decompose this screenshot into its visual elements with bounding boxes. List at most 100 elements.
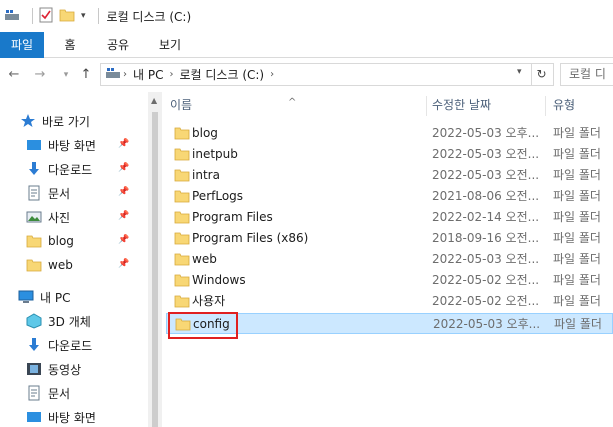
pin-icon[interactable]: 📌 <box>118 211 129 221</box>
file-date: 2022-05-03 오전... <box>432 147 540 161</box>
file-name: blog <box>192 126 218 140</box>
video-icon <box>26 361 42 377</box>
navigation-bar: ← → ▾ ↑ › 내 PC › 로컬 디스크 (C:) › ▾ ↻ 로컬 디 <box>0 58 613 92</box>
table-row[interactable]: Program Files (x86) 2018-09-16 오전... 파일 … <box>166 228 613 249</box>
nav-item-pc-documents[interactable]: 문서 <box>26 382 70 404</box>
up-arrow-icon[interactable]: ↑ <box>78 66 94 84</box>
nav-item-label: 동영상 <box>48 362 82 377</box>
nav-item-label: 다운로드 <box>48 338 93 353</box>
file-list: 이름 ^ 수정한 날짜 유형 blog 2022-05-03 오후... 파일 … <box>162 92 613 427</box>
star-icon <box>20 113 36 129</box>
address-dropdown-icon[interactable]: ▾ <box>517 67 529 77</box>
new-folder-icon[interactable] <box>59 8 75 25</box>
nav-item-label: 사진 <box>48 210 71 225</box>
pin-icon[interactable]: 📌 <box>118 187 129 197</box>
window-title: 로컬 디스크 (C:) <box>106 9 192 24</box>
file-name: PerfLogs <box>192 189 244 203</box>
tab-file[interactable]: 파일 <box>0 32 44 58</box>
nav-item-label: 문서 <box>48 386 71 401</box>
table-row[interactable]: Windows 2022-05-02 오전... 파일 폴더 <box>166 270 613 291</box>
pin-icon[interactable]: 📌 <box>118 139 129 149</box>
folder-icon <box>174 127 190 140</box>
tab-share[interactable]: 공유 <box>98 32 138 58</box>
table-row[interactable]: 사용자 2022-05-02 오전... 파일 폴더 <box>166 291 613 312</box>
file-name: inetpub <box>192 147 238 161</box>
sort-ascending-icon: ^ <box>288 97 297 108</box>
nav-item-web[interactable]: web <box>26 254 73 276</box>
file-type: 파일 폴더 <box>553 126 601 140</box>
file-date: 2022-05-03 오전... <box>432 168 540 182</box>
titlebar-separator <box>97 8 99 24</box>
folder-icon <box>174 232 190 245</box>
file-date: 2021-08-06 오전... <box>432 189 540 203</box>
titlebar-separator <box>32 8 33 24</box>
nav-scrollbar-thumb[interactable] <box>152 112 158 427</box>
nav-item-3d-objects[interactable]: 3D 개체 <box>26 310 91 332</box>
folder-icon <box>26 233 42 249</box>
folder-icon <box>174 295 190 308</box>
nav-item-pc-downloads[interactable]: 다운로드 <box>26 334 92 356</box>
folder-icon <box>174 169 190 182</box>
nav-item-pictures[interactable]: 사진 <box>26 206 70 228</box>
table-row[interactable]: blog 2022-05-03 오후... 파일 폴더 <box>166 123 613 144</box>
nav-item-pc-desktop[interactable]: 바탕 화면 <box>26 406 96 427</box>
nav-item-desktop[interactable]: 바탕 화면 <box>26 134 96 156</box>
table-row[interactable]: PerfLogs 2021-08-06 오전... 파일 폴더 <box>166 186 613 207</box>
nav-item-label: 바탕 화면 <box>48 410 96 425</box>
back-arrow-icon[interactable]: ← <box>6 66 22 84</box>
chevron-right-icon[interactable]: › <box>270 69 274 80</box>
table-row[interactable]: intra 2022-05-03 오전... 파일 폴더 <box>166 165 613 186</box>
file-type: 파일 폴더 <box>553 273 601 287</box>
nav-item-label: web <box>48 258 73 272</box>
chevron-right-icon[interactable]: › <box>169 69 173 80</box>
scroll-up-icon[interactable]: ▲ <box>151 96 157 105</box>
column-header-type[interactable]: 유형 <box>545 92 613 118</box>
pin-icon[interactable]: 📌 <box>118 235 129 245</box>
table-row[interactable]: inetpub 2022-05-03 오전... 파일 폴더 <box>166 144 613 165</box>
nav-item-blog[interactable]: blog <box>26 230 74 252</box>
folder-icon <box>174 211 190 224</box>
address-bar[interactable]: › 내 PC › 로컬 디스크 (C:) › ▾ ↻ <box>100 63 554 86</box>
file-type: 파일 폴더 <box>553 252 601 266</box>
file-type: 파일 폴더 <box>554 317 602 331</box>
recent-locations-icon[interactable]: ▾ <box>58 66 74 84</box>
drive-icon[interactable] <box>4 8 20 25</box>
cube-icon <box>26 313 42 329</box>
folder-icon <box>174 253 190 266</box>
table-row[interactable]: web 2022-05-03 오전... 파일 폴더 <box>166 249 613 270</box>
download-icon <box>26 337 42 353</box>
quick-access-dropdown-icon[interactable]: ▾ <box>81 11 86 21</box>
refresh-icon[interactable]: ↻ <box>531 64 551 85</box>
column-name-label: 이름 <box>170 98 193 112</box>
properties-icon[interactable] <box>39 7 53 26</box>
quick-access[interactable]: 바로 가기 <box>20 110 90 132</box>
nav-item-label: blog <box>48 234 74 248</box>
pc-icon <box>105 66 121 83</box>
picture-icon <box>26 209 42 225</box>
table-row[interactable]: Program Files 2022-02-14 오전... 파일 폴더 <box>166 207 613 228</box>
search-input[interactable]: 로컬 디 <box>560 63 613 86</box>
column-header-name[interactable]: 이름 ^ <box>162 92 426 118</box>
pin-icon[interactable]: 📌 <box>118 259 129 269</box>
desktop-icon <box>26 409 42 425</box>
tab-view[interactable]: 보기 <box>150 32 190 58</box>
column-header-date[interactable]: 수정한 날짜 <box>424 92 546 118</box>
nav-item-downloads[interactable]: 다운로드 <box>26 158 92 180</box>
quick-access-label: 바로 가기 <box>42 114 90 129</box>
nav-item-videos[interactable]: 동영상 <box>26 358 81 380</box>
breadcrumb-local-disk[interactable]: 로컬 디스크 (C:) <box>179 66 264 83</box>
nav-item-documents[interactable]: 문서 <box>26 182 70 204</box>
nav-item-label: 내 PC <box>40 290 71 305</box>
pin-icon[interactable]: 📌 <box>118 163 129 173</box>
breadcrumb-this-pc[interactable]: 내 PC <box>133 66 163 83</box>
file-date: 2018-09-16 오전... <box>432 231 540 245</box>
folder-icon <box>174 274 190 287</box>
nav-item-label: 다운로드 <box>48 162 93 177</box>
document-icon <box>26 185 42 201</box>
title-bar: ▾ 로컬 디스크 (C:) <box>0 0 613 32</box>
forward-arrow-icon[interactable]: → <box>32 66 48 84</box>
nav-item-this-pc[interactable]: 내 PC <box>18 286 70 308</box>
tab-home[interactable]: 홈 <box>54 32 86 58</box>
chevron-right-icon[interactable]: › <box>123 69 127 80</box>
file-type: 파일 폴더 <box>553 210 601 224</box>
